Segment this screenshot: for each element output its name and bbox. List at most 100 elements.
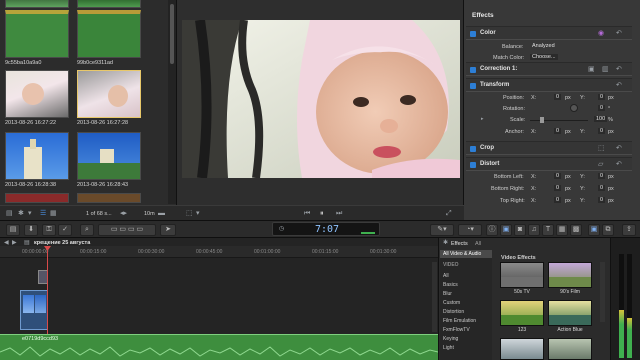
keyword-icon[interactable]: ⚿ — [42, 224, 56, 236]
clip-item[interactable]: 2013-08-26 16:27:28 — [77, 70, 141, 127]
clip-item[interactable] — [77, 0, 141, 8]
filmstrip-icon[interactable]: ▤ — [6, 210, 13, 217]
color-board-icon[interactable]: ◉ — [598, 30, 604, 37]
zoom-icon[interactable]: ⌕ — [80, 224, 94, 236]
reset-icon[interactable]: ↶ — [616, 66, 622, 73]
enable-checkbox[interactable] — [470, 67, 476, 73]
photo-icon[interactable]: ▣ — [500, 224, 512, 236]
library-icon[interactable]: ▤ — [6, 224, 20, 236]
distort-field[interactable]: 0 — [554, 197, 562, 203]
inspector-icon[interactable]: ⓘ — [486, 224, 498, 236]
scale-field[interactable]: 100 — [594, 116, 608, 122]
effects-category[interactable]: Custom — [443, 300, 460, 306]
import-icon[interactable]: ⬇ — [24, 224, 38, 236]
effects-scrollbar[interactable] — [600, 262, 605, 322]
anchor-y-field[interactable]: 0 — [598, 128, 606, 134]
distort-field[interactable]: 0 — [554, 185, 562, 191]
camera-icon[interactable]: ◙ — [514, 224, 526, 236]
transitions-icon[interactable]: ⧉ — [602, 224, 614, 236]
effect-tile[interactable] — [500, 338, 544, 360]
distort-field[interactable]: 0 — [598, 173, 606, 179]
edit-buttons[interactable]: ▭ ▭ ▭ ▭ — [98, 224, 156, 236]
scale-slider[interactable] — [530, 120, 588, 121]
section-crop[interactable]: Crop — [466, 141, 632, 155]
scale-slider-thumb[interactable] — [540, 117, 544, 123]
share-icon[interactable]: ⇪ — [622, 224, 636, 236]
themes-icon[interactable]: ▩ — [570, 224, 582, 236]
effects-category[interactable]: Distortion — [443, 309, 464, 315]
distort-icon[interactable]: ▱ — [598, 161, 603, 168]
speed-icon[interactable]: ◔▾ — [458, 224, 482, 236]
clip-item[interactable] — [5, 193, 69, 203]
chevron-down-icon[interactable]: ▾ — [196, 210, 200, 217]
section-transform[interactable]: Transform — [466, 78, 632, 92]
effects-category[interactable]: Light — [443, 345, 454, 351]
enable-checkbox[interactable] — [470, 83, 476, 89]
category-all-video-audio[interactable]: All Video & Audio — [440, 250, 492, 258]
match-color-button[interactable]: Choose... — [530, 54, 558, 60]
pause-icon[interactable]: ⏸ — [320, 210, 324, 217]
color-board-icon[interactable]: ▣ — [588, 66, 595, 73]
fullscreen-icon[interactable]: ⤢ — [446, 210, 452, 217]
distort-field[interactable]: 0 — [598, 197, 606, 203]
effects-category[interactable]: All — [443, 273, 449, 279]
zoom-icon[interactable]: ▬ — [158, 210, 165, 217]
distort-field[interactable]: 0 — [598, 185, 606, 191]
effects-category[interactable]: FxmFlowTV — [443, 327, 470, 333]
clip-item[interactable] — [77, 193, 141, 203]
crop-icon[interactable]: ⬚ — [186, 210, 193, 217]
rotation-field[interactable]: 0 — [598, 105, 606, 111]
disclosure-triangle-icon[interactable]: ▸ — [481, 116, 484, 123]
effect-tile-50s-tv[interactable] — [500, 262, 544, 288]
audio-clip[interactable]: e0719d9ccd93 — [0, 334, 438, 360]
next-frame-icon[interactable]: ⏭ — [336, 210, 342, 217]
browser-scrollbar[interactable] — [168, 0, 176, 204]
effects-category[interactable]: Keying — [443, 336, 458, 342]
effect-tile-123[interactable] — [500, 300, 544, 326]
music-icon[interactable]: ♫ — [528, 224, 540, 236]
clip-item[interactable]: 99b0ce9311ad — [77, 10, 141, 67]
reset-icon[interactable]: ↶ — [616, 145, 622, 152]
position-x-field[interactable]: 0 — [554, 94, 562, 100]
rotation-dial[interactable] — [570, 104, 578, 112]
effects-category[interactable]: Film Emulation — [443, 318, 476, 324]
gear-icon[interactable]: ✱ — [443, 240, 448, 247]
generators-icon[interactable]: ▦ — [556, 224, 568, 236]
reset-icon[interactable]: ↶ — [616, 161, 622, 168]
effect-tile-90s-film[interactable] — [548, 262, 592, 288]
effects-category[interactable]: Basics — [443, 282, 458, 288]
timeline-ruler[interactable]: 00:00:00:00 00:00:15:00 00:00:30:00 00:0… — [0, 246, 438, 258]
list-view-icon[interactable]: ☰ — [40, 210, 46, 217]
analyze-icon[interactable]: ✓ — [58, 224, 72, 236]
slider-icon[interactable]: ◂▸ — [120, 210, 127, 217]
timeline-clip[interactable] — [20, 290, 48, 330]
effects-browser-icon[interactable]: ▣ — [588, 224, 600, 236]
reset-icon[interactable]: ↶ — [616, 82, 622, 89]
section-color[interactable]: Color — [466, 26, 632, 40]
section-distort[interactable]: Distort — [466, 157, 632, 171]
tools-icon[interactable]: ✎▾ — [430, 224, 454, 236]
distort-field[interactable]: 0 — [554, 173, 562, 179]
timeline-scrollbar[interactable] — [432, 262, 437, 332]
clip-item[interactable]: 9c55ba10a9a0 — [5, 10, 69, 67]
position-y-field[interactable]: 0 — [598, 94, 606, 100]
titles-icon[interactable]: T — [542, 224, 554, 236]
enable-checkbox[interactable] — [470, 146, 476, 152]
effects-category[interactable]: Blur — [443, 291, 452, 297]
previous-frame-icon[interactable]: ⏮ — [304, 210, 310, 217]
effect-tile[interactable] — [548, 338, 592, 360]
anchor-x-field[interactable]: 0 — [554, 128, 562, 134]
gear-icon[interactable]: ✱ — [18, 210, 24, 217]
timecode-display[interactable]: ◷ 7:07 — [272, 222, 380, 236]
enable-checkbox[interactable] — [470, 31, 476, 37]
viewer-frame[interactable] — [182, 20, 460, 178]
grid-view-icon[interactable]: ▦ — [50, 210, 57, 217]
enable-checkbox[interactable] — [470, 162, 476, 168]
reset-icon[interactable]: ↶ — [616, 30, 622, 37]
clip-item[interactable]: 2013-08-26 16:28:38 — [5, 132, 69, 189]
clip-item[interactable]: 2013-08-26 16:28:43 — [77, 132, 141, 189]
crop-icon[interactable]: ⬚ — [598, 145, 605, 152]
clip-item[interactable]: 2013-08-26 16:27:22 — [5, 70, 69, 127]
effect-tile-action-blue[interactable] — [548, 300, 592, 326]
keyframe-icon[interactable]: ▥ — [602, 66, 609, 73]
